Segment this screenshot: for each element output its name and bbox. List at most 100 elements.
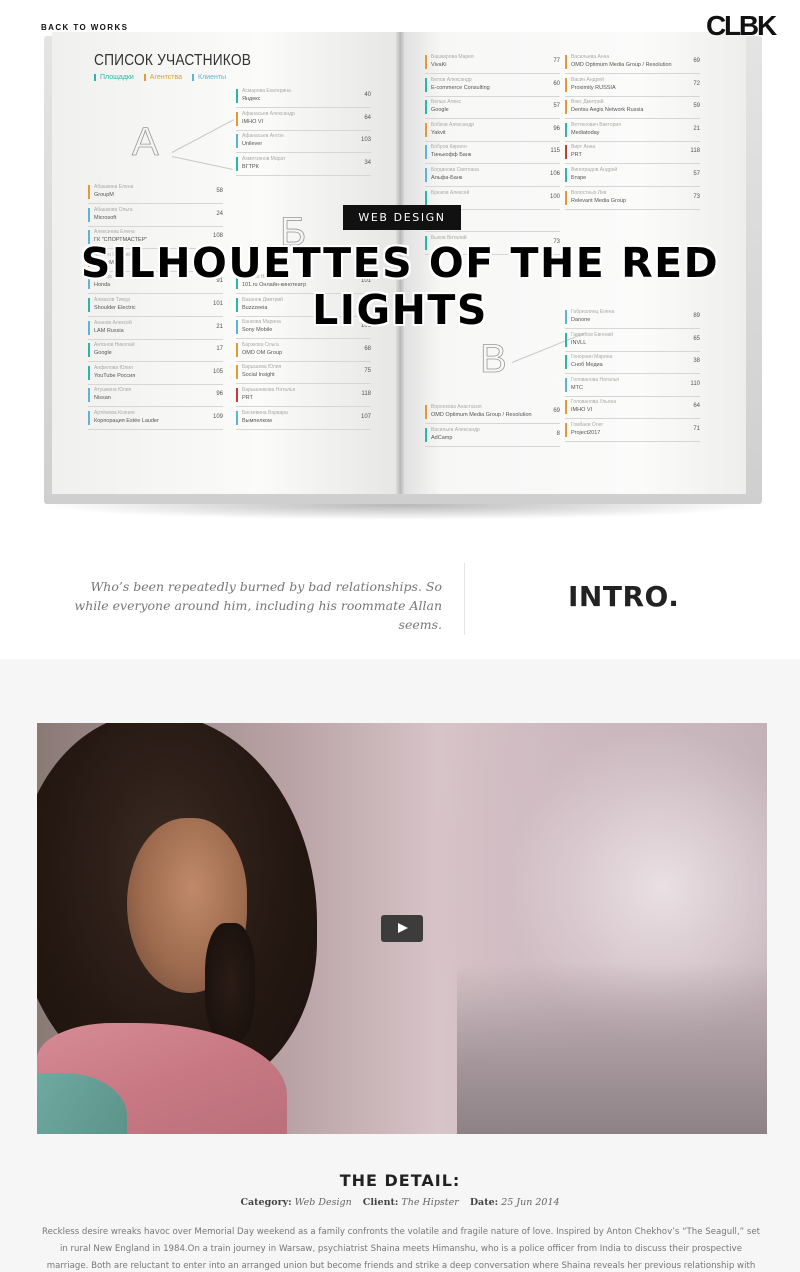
book-entry-name: Белов Александр bbox=[431, 76, 472, 83]
book-entry-name: Гомбаев Олег bbox=[571, 422, 604, 428]
book-entry: Веттенович Виктория Mediatoday 21 bbox=[565, 120, 700, 142]
book-entry: Гомбаев Олег Project2017 71 bbox=[565, 420, 700, 442]
book-entry-page-number: 34 bbox=[364, 159, 371, 166]
book-entry-name: Богданова Светлана bbox=[431, 167, 479, 173]
book-entry-company: МТС bbox=[571, 384, 583, 391]
book-entry-color-bar bbox=[565, 145, 567, 160]
book-entry-color-bar bbox=[425, 77, 427, 92]
video-ground bbox=[457, 963, 767, 1134]
book-entry-page-number: 103 bbox=[360, 137, 371, 144]
book-entry-company: Бтаре bbox=[571, 175, 587, 181]
book-entry-color-bar bbox=[236, 410, 238, 425]
book-entry: Вирт Анна PRT 118 bbox=[565, 142, 700, 165]
play-button[interactable] bbox=[381, 915, 423, 942]
book-entry-page-number: 68 bbox=[364, 345, 371, 352]
book-entry-page-number: 73 bbox=[693, 193, 700, 200]
book-entry-color-bar bbox=[88, 365, 90, 380]
book-entry-company: OMD Optimum Media Group / Resolution bbox=[431, 412, 532, 418]
book-entry-page-number: 96 bbox=[216, 391, 223, 398]
book-entry-name: Генорнин Марина bbox=[571, 354, 613, 361]
book-entry-color-bar bbox=[565, 122, 567, 137]
book-entry-company: PRT bbox=[571, 152, 582, 159]
book-entry: Бобров Кирилл Тинькофф Банк 115 bbox=[425, 142, 560, 165]
book-entry-company: AdCamp bbox=[431, 434, 453, 441]
intro-heading: INTRO. bbox=[568, 580, 680, 613]
book-entry: Голованова Ульяна IMHO VI 64 bbox=[565, 397, 700, 420]
book-entry-company: Яндекс bbox=[242, 96, 261, 102]
book-entry-page-number: 40 bbox=[364, 92, 371, 98]
book-entry-color-bar bbox=[88, 388, 90, 403]
book-entry-company: Project2017 bbox=[571, 430, 601, 436]
book-tab-clients: Клиенты bbox=[192, 74, 226, 81]
book-entry-page-number: 96 bbox=[553, 125, 560, 132]
video-subject-curls bbox=[205, 923, 255, 1043]
book-entry-company: E-commerce Consulting bbox=[431, 84, 490, 91]
book-entry: Виноградов Андрей Бтаре 57 bbox=[565, 165, 700, 187]
book-entry: Белов Александр E-commerce Consulting 60 bbox=[425, 75, 560, 97]
site-logo[interactable]: CLBK bbox=[706, 10, 777, 42]
book-entry-name: Брюков Алексей bbox=[431, 189, 470, 196]
detail-heading: THE DETAIL: bbox=[339, 1171, 461, 1190]
book-entry-color-bar bbox=[236, 388, 238, 402]
book-entry-color-bar bbox=[565, 77, 567, 92]
book-entry: Атушкина Юлия Nissan 96 bbox=[88, 385, 223, 408]
book-entry-name: Вокс Дмитрий bbox=[571, 99, 604, 106]
book-entry: Асмарова Екатерина Яндекс 40 bbox=[236, 86, 371, 108]
book-entry: Голованова Наталья МТС 110 bbox=[565, 375, 700, 397]
book-entry: Воронкова Анастасия OMD Optimum Media Gro… bbox=[425, 402, 560, 424]
book-entry: Антонов Николай Google 17 bbox=[88, 340, 223, 363]
book-entry-company: Relevant Media Group bbox=[571, 197, 627, 204]
book-entry-color-bar bbox=[425, 122, 427, 137]
book-entry-color-bar bbox=[565, 168, 567, 182]
meta-date-value: 25 Jun 2014 bbox=[501, 1197, 560, 1208]
book-entry-color-bar bbox=[565, 423, 567, 437]
book-entry-company: Proximity RUSSIA bbox=[571, 84, 616, 91]
book-entry-company: INVLL bbox=[571, 339, 587, 346]
book-entry-company: Mediatoday bbox=[571, 129, 600, 136]
book-entry-name: Артёмова Ксения bbox=[94, 410, 135, 416]
book-entry-color-bar bbox=[88, 207, 90, 222]
book-entry-name: Анфилова Юлия bbox=[94, 364, 133, 371]
book-entry-color-bar bbox=[565, 100, 567, 115]
book-entry-page-number: 69 bbox=[693, 58, 700, 64]
hero-section: СПИСОК УЧАСТНИКОВ Площадки Агентства Кли… bbox=[0, 0, 800, 540]
book-entry-page-number: 59 bbox=[693, 103, 700, 110]
book-entry-company: Альфа-Банк bbox=[431, 175, 463, 181]
book-entry-company: IMHO VI bbox=[571, 407, 593, 414]
book-entry-company: OMD OM Group bbox=[242, 349, 283, 356]
book-entry-name: Васильева Анна bbox=[571, 54, 610, 60]
book-entry-color-bar bbox=[565, 355, 567, 370]
book-entry-color-bar bbox=[425, 55, 427, 69]
book-entry-page-number: 110 bbox=[690, 380, 700, 387]
back-to-works-link[interactable]: BACK TO WORKS bbox=[41, 23, 128, 32]
book-entry-company: Social Insight bbox=[242, 372, 275, 379]
book-entry: Афанасьев Антон Unilever 103 bbox=[236, 131, 371, 154]
book-entry: Васин Андрей Proximity RUSSIA 72 bbox=[565, 75, 700, 97]
book-connector-line bbox=[171, 119, 235, 153]
book-entry: Васильева Анна OMD Optimum Media Group / … bbox=[565, 52, 700, 74]
book-entry-page-number: 77 bbox=[553, 58, 560, 64]
book-entry-color-bar bbox=[565, 55, 567, 69]
book-entry-company: IMHO VI bbox=[242, 118, 264, 125]
category-badge: WEB DESIGN bbox=[343, 205, 461, 230]
book-entry: Башкирова Мария VivaKi 77 bbox=[425, 52, 560, 74]
book-entry-page-number: 118 bbox=[361, 391, 371, 397]
book-entry-name: Васин Андрей bbox=[571, 76, 604, 83]
book-entry-name: Воронкова Анастасия bbox=[431, 404, 482, 410]
book-entry-color-bar bbox=[425, 190, 427, 205]
book-entry-color-bar bbox=[565, 332, 567, 347]
book-entry-color-bar bbox=[88, 343, 90, 358]
book-entry-page-number: 17 bbox=[216, 346, 223, 353]
book-entry-company: Unilever bbox=[242, 141, 263, 148]
book-letter-v: B bbox=[480, 337, 507, 382]
book-entry-color-bar bbox=[236, 134, 238, 149]
book-entry-name: Белых Алекс bbox=[431, 99, 462, 106]
book-entry-page-number: 64 bbox=[364, 114, 371, 121]
book-entry: Барышникова Наталья PRT 118 bbox=[236, 385, 371, 407]
book-entry-company: Dentsu Aegis Network Russia bbox=[571, 107, 644, 114]
book-entry-company: ВГТРК bbox=[242, 163, 259, 170]
book-tab-venues: Площадки bbox=[94, 74, 134, 81]
book-entry: Вокс Дмитрий Dentsu Aegis Network Russia 5… bbox=[565, 97, 700, 120]
book-entry: Ахметзянов Марат ВГТРК 34 bbox=[236, 154, 371, 176]
book-entry-name: Асмарова Екатерина bbox=[242, 88, 291, 94]
